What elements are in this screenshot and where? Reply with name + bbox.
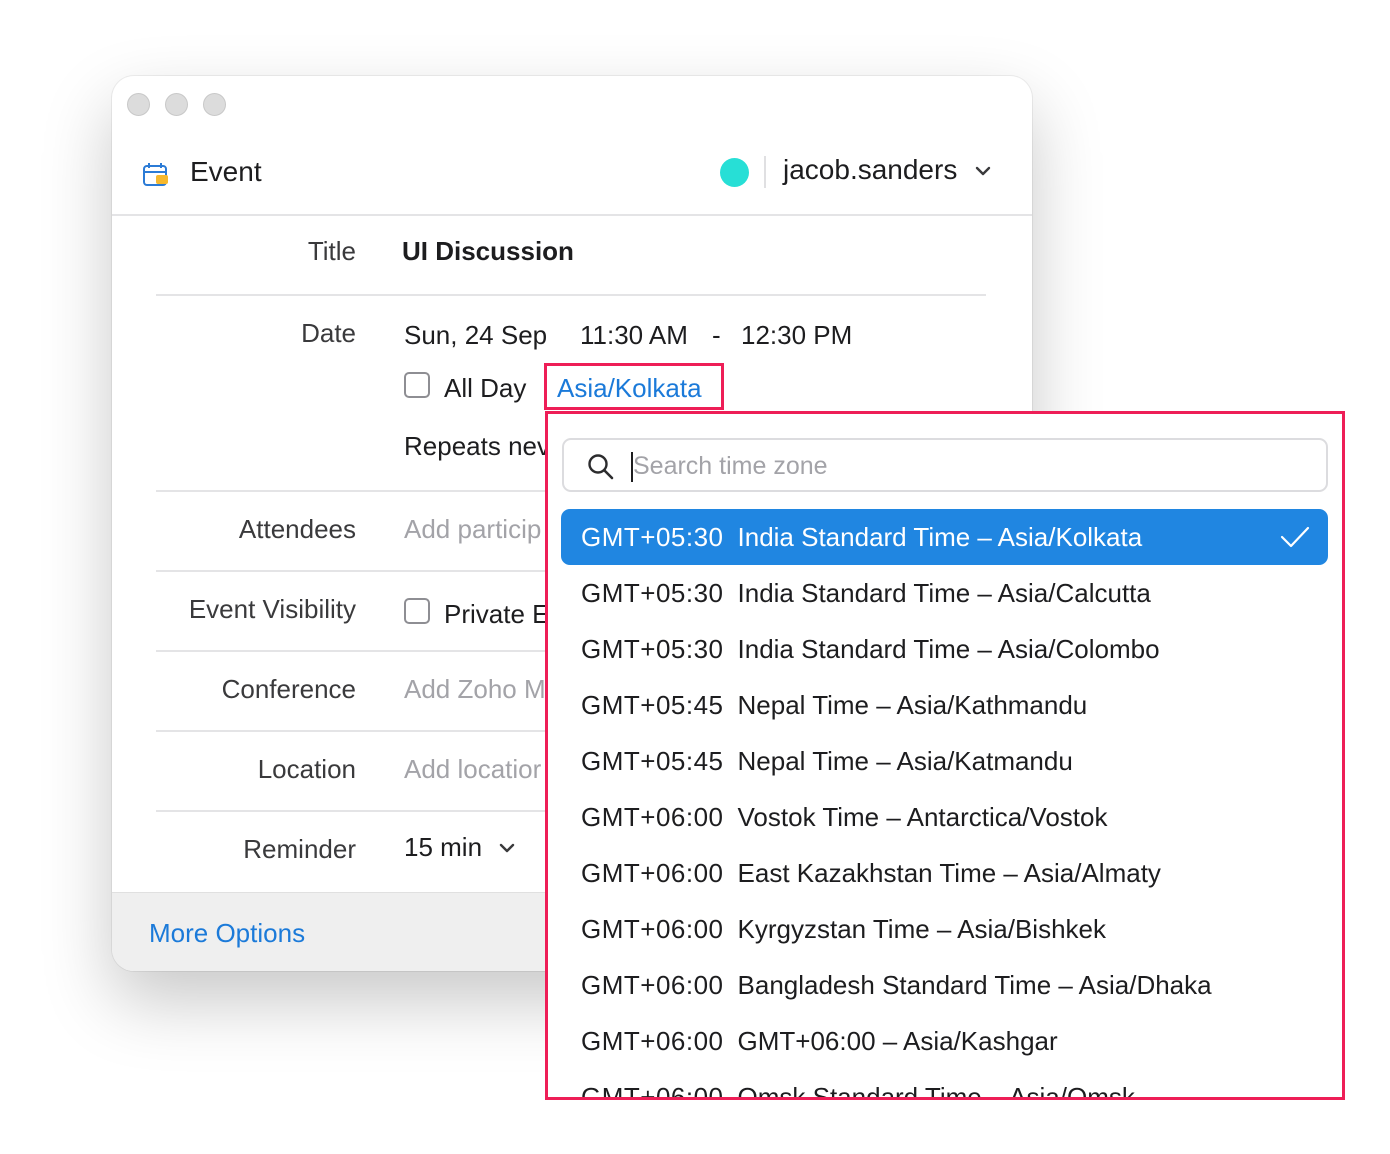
private-label: Private E bbox=[444, 599, 550, 629]
divider bbox=[156, 294, 986, 296]
timezone-offset: GMT+05:30 bbox=[581, 522, 724, 552]
timezone-option[interactable]: GMT+06:00 Vostok Time – Antarctica/Vostok bbox=[561, 789, 1328, 845]
timezone-link-highlight: Asia/Kolkata bbox=[544, 363, 724, 410]
chevron-down-icon[interactable] bbox=[974, 164, 992, 182]
timezone-name: India Standard Time – Asia/Kolkata bbox=[737, 522, 1143, 552]
timezone-offset: GMT+06:00 bbox=[581, 858, 724, 888]
chevron-down-icon[interactable] bbox=[498, 841, 516, 859]
timezone-option[interactable]: GMT+05:30 India Standard Time – Asia/Colo… bbox=[561, 621, 1328, 677]
account-selector[interactable]: jacob.sanders bbox=[783, 154, 957, 186]
timezone-option-text: GMT+06:00 Omsk Standard Time – Asia/Omsk bbox=[581, 1082, 1135, 1100]
event-header: Event jacob.sanders bbox=[112, 136, 1032, 216]
reminder-label: Reminder bbox=[243, 834, 356, 864]
window-controls bbox=[127, 93, 226, 116]
reminder-select[interactable]: 15 min bbox=[404, 832, 482, 863]
timezone-option[interactable]: GMT+05:45 Nepal Time – Asia/Katmandu bbox=[561, 733, 1328, 789]
end-time[interactable]: 12:30 PM bbox=[741, 320, 852, 351]
repeat-setting[interactable]: Repeats nev bbox=[404, 431, 550, 462]
attendees-label: Attendees bbox=[238, 514, 356, 544]
timezone-option[interactable]: GMT+06:00 Kyrgyzstan Time – Asia/Bishkek bbox=[561, 901, 1328, 957]
timezone-offset: GMT+05:45 bbox=[581, 690, 724, 720]
timezone-option-text: GMT+05:30 India Standard Time – Asia/Colo… bbox=[581, 634, 1160, 665]
search-icon bbox=[587, 453, 615, 486]
timezone-name: Nepal Time – Asia/Katmandu bbox=[737, 746, 1073, 776]
timezone-offset: GMT+05:30 bbox=[581, 578, 724, 608]
visibility-label: Event Visibility bbox=[188, 594, 356, 624]
timezone-option[interactable]: GMT+06:00 East Kazakhstan Time – Asia/Alm… bbox=[561, 845, 1328, 901]
timezone-dropdown: Search time zone GMT+05:30 India Standard… bbox=[545, 411, 1345, 1100]
timezone-option-text: GMT+05:45 Nepal Time – Asia/Kathmandu bbox=[581, 690, 1087, 721]
timezone-name: Omsk Standard Time – Asia/Omsk bbox=[737, 1082, 1135, 1100]
zoom-window-button[interactable] bbox=[203, 93, 226, 116]
date-day[interactable]: Sun, 24 Sep bbox=[404, 320, 547, 351]
timezone-option-text: GMT+06:00 Bangladesh Standard Time – Asia… bbox=[581, 970, 1212, 1001]
search-placeholder: Search time zone bbox=[633, 452, 828, 480]
timezone-option[interactable]: GMT+05:30 India Standard Time – Asia/Calc… bbox=[561, 565, 1328, 621]
minimize-window-button[interactable] bbox=[165, 93, 188, 116]
timezone-option-text: GMT+05:30 India Standard Time – Asia/Kolk… bbox=[581, 522, 1142, 553]
close-window-button[interactable] bbox=[127, 93, 150, 116]
window-title: Event bbox=[190, 156, 262, 187]
timezone-search-input[interactable]: Search time zone bbox=[562, 438, 1328, 492]
conference-input[interactable]: Add Zoho M bbox=[404, 674, 546, 705]
timezone-option[interactable]: GMT+05:45 Nepal Time – Asia/Kathmandu bbox=[561, 677, 1328, 733]
timezone-option-text: GMT+05:45 Nepal Time – Asia/Katmandu bbox=[581, 746, 1073, 777]
timezone-offset: GMT+06:00 bbox=[581, 802, 724, 832]
timezone-option[interactable]: GMT+06:00 Bangladesh Standard Time – Asia… bbox=[561, 957, 1328, 1013]
all-day-checkbox[interactable] bbox=[404, 372, 430, 398]
timezone-name: Nepal Time – Asia/Kathmandu bbox=[737, 690, 1088, 720]
location-label: Location bbox=[257, 754, 356, 784]
time-separator: - bbox=[712, 320, 721, 350]
calendar-icon bbox=[142, 162, 170, 193]
title-field[interactable]: UI Discussion bbox=[402, 236, 574, 267]
timezone-name: East Kazakhstan Time – Asia/Almaty bbox=[737, 858, 1161, 888]
conference-label: Conference bbox=[221, 674, 356, 704]
timezone-offset: GMT+05:45 bbox=[581, 746, 724, 776]
more-options-link[interactable]: More Options bbox=[149, 918, 305, 949]
timezone-option-text: GMT+05:30 India Standard Time – Asia/Calc… bbox=[581, 578, 1151, 609]
calendar-color-dot bbox=[720, 158, 749, 187]
timezone-option[interactable]: GMT+06:00 Omsk Standard Time – Asia/Omsk bbox=[561, 1069, 1328, 1100]
timezone-name: Bangladesh Standard Time – Asia/Dhaka bbox=[737, 970, 1212, 1000]
timezone-offset: GMT+06:00 bbox=[581, 1082, 724, 1100]
location-input[interactable]: Add locatior bbox=[404, 754, 541, 785]
timezone-offset: GMT+05:30 bbox=[581, 634, 724, 664]
timezone-offset: GMT+06:00 bbox=[581, 1026, 724, 1056]
timezone-option-text: GMT+06:00 GMT+06:00 – Asia/Kashgar bbox=[581, 1026, 1058, 1057]
timezone-link[interactable]: Asia/Kolkata bbox=[557, 373, 702, 404]
timezone-name: India Standard Time – Asia/Calcutta bbox=[737, 578, 1151, 608]
date-label: Date bbox=[301, 318, 356, 348]
timezone-option-text: GMT+06:00 Kyrgyzstan Time – Asia/Bishkek bbox=[581, 914, 1106, 945]
header-separator bbox=[764, 156, 766, 188]
checkmark-icon bbox=[1280, 525, 1310, 554]
timezone-name: GMT+06:00 – Asia/Kashgar bbox=[737, 1026, 1058, 1056]
timezone-list: GMT+05:30 India Standard Time – Asia/Kolk… bbox=[548, 509, 1342, 1100]
timezone-option[interactable]: GMT+05:30 India Standard Time – Asia/Kolk… bbox=[561, 509, 1328, 565]
timezone-option[interactable]: GMT+06:00 GMT+06:00 – Asia/Kashgar bbox=[561, 1013, 1328, 1069]
start-time[interactable]: 11:30 AM bbox=[580, 320, 688, 351]
timezone-offset: GMT+06:00 bbox=[581, 970, 724, 1000]
timezone-offset: GMT+06:00 bbox=[581, 914, 724, 944]
all-day-label: All Day bbox=[444, 373, 527, 403]
timezone-option-text: GMT+06:00 East Kazakhstan Time – Asia/Alm… bbox=[581, 858, 1161, 889]
private-checkbox[interactable] bbox=[404, 598, 430, 624]
title-label: Title bbox=[307, 236, 356, 266]
attendees-input[interactable]: Add particip bbox=[404, 514, 541, 545]
timezone-name: India Standard Time – Asia/Colombo bbox=[737, 634, 1160, 664]
timezone-name: Vostok Time – Antarctica/Vostok bbox=[737, 802, 1108, 832]
timezone-name: Kyrgyzstan Time – Asia/Bishkek bbox=[737, 914, 1106, 944]
timezone-option-text: GMT+06:00 Vostok Time – Antarctica/Vostok bbox=[581, 802, 1107, 833]
